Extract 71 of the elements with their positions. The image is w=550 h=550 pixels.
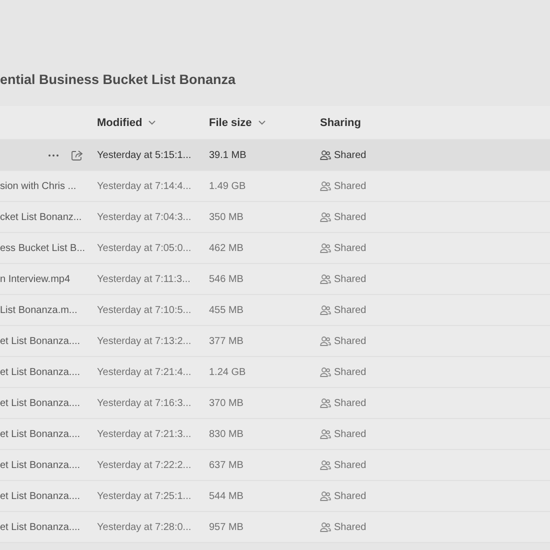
file-name[interactable]: et List Bonanza.... [0,520,80,534]
people-icon [320,274,331,284]
file-name[interactable]: et List Bonanza.... [0,428,80,440]
size-cell-text: 455 MB [209,304,244,316]
modified-cell-text: Yesterday at 7:25:1... [97,490,192,502]
folder-title: ential Business Bucket List Bonanza [0,72,236,89]
file-row[interactable]: Yesterday at 5:15:1... 39.1 MB Shared [0,140,550,171]
size-cell-text: 462 MB [209,242,244,254]
size-cell-text: 350 MB [209,210,244,224]
modified-cell-text: Yesterday at 7:11:3... [97,272,192,286]
share-icon[interactable] [71,150,83,160]
size-cell-text: 546 MB [209,272,244,286]
modified-cell-text: Yesterday at 5:15:1... [97,148,192,162]
file-name[interactable]: n Interview.mp4 [0,272,70,286]
people-icon [320,522,331,532]
sharing-status: Shared [334,366,366,378]
file-name[interactable]: cket List Bonanz... [0,210,82,224]
sharing-status: Shared [334,334,366,348]
modified-cell-text: Yesterday at 7:14:4... [97,180,192,192]
sharing-status: Shared [334,148,366,162]
file-name[interactable]: sion with Chris ... [0,180,76,192]
file-name[interactable]: et List Bonanza.... [0,490,80,502]
file-name[interactable]: List Bonanza.m... [0,304,78,316]
modified-cell-text: Yesterday at 7:21:3... [97,428,192,440]
file-name[interactable]: et List Bonanza.... [0,366,80,378]
sharing-status: Shared [334,180,366,192]
column-header[interactable]: Sharing [320,116,550,130]
sharing-status: Shared [334,428,366,440]
modified-cell-text: Yesterday at 7:05:0... [97,242,192,254]
sharing-status: Shared [334,272,366,286]
column-header[interactable]: File size [209,116,320,130]
people-icon [320,243,331,253]
modified-cell-text: Yesterday at 7:22:2... [97,458,192,472]
size-cell-text: 1.49 GB [209,180,247,192]
people-icon [320,212,331,222]
size-cell-text: 377 MB [209,334,244,348]
column-header[interactable]: Modified [97,116,209,130]
more-icon[interactable] [48,154,59,156]
sharing-status: Shared [334,490,366,502]
size-cell-text: 39.1 MB [209,148,248,162]
sharing-status: Shared [334,458,366,472]
people-icon [320,429,331,439]
size-cell-text: 1.24 GB [209,366,247,378]
size-cell-text: 370 MB [209,396,244,410]
people-icon [320,305,331,315]
people-icon [320,336,331,346]
sharing-status: Shared [334,396,366,410]
modified-cell-text: Yesterday at 7:13:2... [97,334,192,348]
people-icon [320,491,331,501]
size-cell-text: 957 MB [209,520,244,534]
people-icon [320,367,331,377]
modified-cell-text: Yesterday at 7:28:0... [97,520,192,534]
size-cell-text: 637 MB [209,458,244,472]
people-icon [320,150,331,160]
modified-cell-text: Yesterday at 7:21:4... [97,366,192,378]
size-cell-text: 830 MB [209,428,244,440]
modified-cell-text: Yesterday at 7:04:3... [97,210,192,224]
people-icon [320,460,331,470]
file-name[interactable]: et List Bonanza.... [0,334,80,348]
sharing-status: Shared [334,304,366,316]
sharing-status: Shared [334,242,366,254]
file-name[interactable]: ess Bucket List B... [0,242,86,254]
file-name[interactable]: et List Bonanza.... [0,458,80,472]
size-cell-text: 544 MB [209,490,244,502]
modified-cell-text: Yesterday at 7:16:3... [97,396,192,410]
modified-cell-text: Yesterday at 7:10:5... [97,304,192,316]
file-name[interactable]: et List Bonanza.... [0,396,80,410]
sharing-status: Shared [334,210,366,224]
people-icon [320,398,331,408]
people-icon [320,181,331,191]
sharing-status: Shared [334,520,366,534]
